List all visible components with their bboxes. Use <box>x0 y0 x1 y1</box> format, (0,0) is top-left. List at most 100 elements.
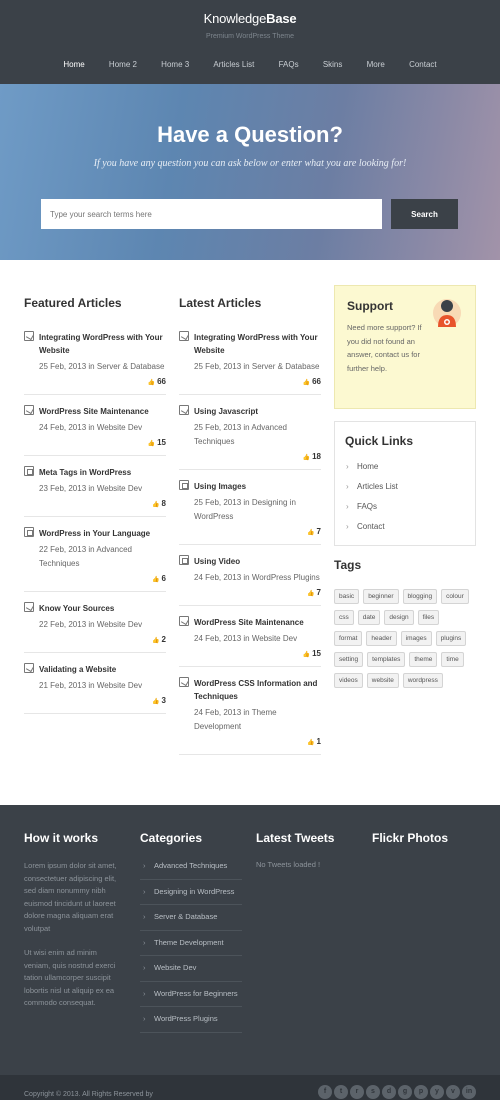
article-title[interactable]: Using Video <box>194 555 321 568</box>
tag[interactable]: css <box>334 610 354 625</box>
quick-link-faqs[interactable]: FAQs <box>345 497 465 517</box>
footer-category-link[interactable]: WordPress for Beginners <box>140 982 242 1007</box>
footer-category-link[interactable]: Website Dev <box>140 956 242 982</box>
support-box: Support Need more support? If you did no… <box>334 285 476 409</box>
tag[interactable]: templates <box>367 652 406 667</box>
site-header: KnowledgeBase Premium WordPress Theme Ho… <box>0 0 500 84</box>
tag[interactable]: format <box>334 631 363 646</box>
social-icons: f t r s d g p y v in <box>316 1085 476 1099</box>
rss-icon[interactable]: r <box>350 1085 364 1099</box>
nav-home[interactable]: Home <box>63 60 84 69</box>
nav-skins[interactable]: Skins <box>323 60 343 69</box>
dribbble-icon[interactable]: d <box>382 1085 396 1099</box>
tag[interactable]: website <box>366 673 399 688</box>
nav-articles-list[interactable]: Articles List <box>213 60 254 69</box>
article-item: WordPress in Your Language 22 Feb, 2013 … <box>24 527 166 592</box>
article-title[interactable]: Meta Tags in WordPress <box>39 466 166 479</box>
article-title[interactable]: WordPress in Your Language <box>39 527 166 540</box>
footer-categories: Categories Advanced Techniques Designing… <box>140 831 242 1033</box>
footer-category-link[interactable]: Server & Database <box>140 905 242 931</box>
article-title[interactable]: Know Your Sources <box>39 602 166 615</box>
youtube-icon[interactable]: y <box>430 1085 444 1099</box>
footer-category-link[interactable]: Theme Development <box>140 931 242 956</box>
vimeo-icon[interactable]: v <box>446 1085 460 1099</box>
footer-flickr: Flickr Photos <box>372 831 448 860</box>
article-icon <box>24 663 34 673</box>
pinterest-icon[interactable]: p <box>414 1085 428 1099</box>
article-category[interactable]: Website Dev <box>97 620 142 629</box>
site-logo[interactable]: KnowledgeBase <box>0 11 500 26</box>
article-meta: 25 Feb, 2013 in Advanced Techniques <box>194 423 287 446</box>
main-nav: Home Home 2 Home 3 Articles List FAQs Sk… <box>0 60 500 69</box>
tag[interactable]: images <box>400 631 432 646</box>
tag[interactable]: setting <box>334 652 364 667</box>
article-title[interactable]: Using Javascript <box>194 405 321 418</box>
article-item: Using Images 25 Feb, 2013 in Designing i… <box>179 480 321 545</box>
article-item: Using Javascript 25 Feb, 2013 in Advance… <box>179 405 321 470</box>
article-category[interactable]: Server & Database <box>97 362 165 371</box>
tag[interactable]: wordpress <box>402 673 443 688</box>
tag[interactable]: videos <box>334 673 363 688</box>
latest-articles-title: Latest Articles <box>179 296 262 310</box>
nav-more[interactable]: More <box>367 60 385 69</box>
article-meta: 24 Feb, 2013 in Website Dev <box>194 634 298 643</box>
quick-link-articles-list[interactable]: Articles List <box>345 477 465 497</box>
article-icon <box>24 331 34 341</box>
article-likes: 7 <box>194 588 321 599</box>
nav-home-3[interactable]: Home 3 <box>161 60 189 69</box>
article-item: Validating a Website 21 Feb, 2013 in Web… <box>24 663 166 714</box>
footer-latest-tweets: Latest Tweets No Tweets loaded ! <box>256 831 334 869</box>
quick-link-contact[interactable]: Contact <box>345 517 465 537</box>
quick-links-title: Quick Links <box>345 434 414 448</box>
featured-articles-title: Featured Articles <box>24 296 122 310</box>
article-item: Using Video 24 Feb, 2013 in WordPress Pl… <box>179 555 321 606</box>
nav-faqs[interactable]: FAQs <box>279 60 299 69</box>
search-button[interactable]: Search <box>391 199 458 229</box>
article-title[interactable]: Integrating WordPress with Your Website <box>39 331 166 357</box>
article-icon <box>179 616 189 626</box>
article-title[interactable]: WordPress CSS Information and Techniques <box>194 677 321 703</box>
tag[interactable]: blogging <box>402 589 438 604</box>
tag[interactable]: theme <box>409 652 438 667</box>
article-category[interactable]: Website Dev <box>252 634 297 643</box>
article-category[interactable]: WordPress Plugins <box>252 573 320 582</box>
nav-home-2[interactable]: Home 2 <box>109 60 137 69</box>
article-category[interactable]: Website Dev <box>97 681 142 690</box>
article-category[interactable]: Website Dev <box>97 423 142 432</box>
tag[interactable]: design <box>384 610 414 625</box>
support-text: Need more support? If you did not found … <box>347 323 422 373</box>
footer-how-title: How it works <box>24 831 99 845</box>
tag[interactable]: date <box>357 610 381 625</box>
quick-link-home[interactable]: Home <box>345 457 465 477</box>
linkedin-icon[interactable]: in <box>462 1085 476 1099</box>
article-category[interactable]: Website Dev <box>97 484 142 493</box>
tag[interactable]: basic <box>334 589 360 604</box>
tag[interactable]: time <box>441 652 464 667</box>
skype-icon[interactable]: s <box>366 1085 380 1099</box>
article-title[interactable]: WordPress Site Maintenance <box>194 616 321 629</box>
article-meta: 21 Feb, 2013 in Website Dev <box>39 681 143 690</box>
tag[interactable]: colour <box>441 589 469 604</box>
article-likes: 1 <box>194 737 321 748</box>
tag[interactable]: files <box>417 610 440 625</box>
article-title[interactable]: Using Images <box>194 480 321 493</box>
article-likes: 18 <box>194 452 321 463</box>
site-footer: How it works Lorem ipsum dolor sit amet,… <box>0 805 500 1075</box>
google-plus-icon[interactable]: g <box>398 1085 412 1099</box>
facebook-icon[interactable]: f <box>318 1085 332 1099</box>
footer-category-link[interactable]: WordPress Plugins <box>140 1007 242 1033</box>
article-title[interactable]: WordPress Site Maintenance <box>39 405 166 418</box>
article-likes: 66 <box>39 377 166 388</box>
tag[interactable]: beginner <box>363 589 399 604</box>
nav-contact[interactable]: Contact <box>409 60 437 69</box>
article-title[interactable]: Integrating WordPress with Your Website <box>194 331 321 357</box>
tag[interactable]: header <box>366 631 397 646</box>
footer-category-link[interactable]: Advanced Techniques <box>140 854 242 880</box>
article-category[interactable]: Server & Database <box>252 362 320 371</box>
tag[interactable]: plugins <box>435 631 467 646</box>
article-title[interactable]: Validating a Website <box>39 663 166 676</box>
twitter-icon[interactable]: t <box>334 1085 348 1099</box>
featured-articles: Featured Articles Integrating WordPress … <box>24 296 166 714</box>
search-input[interactable] <box>41 199 382 229</box>
footer-category-link[interactable]: Designing in WordPress <box>140 880 242 905</box>
